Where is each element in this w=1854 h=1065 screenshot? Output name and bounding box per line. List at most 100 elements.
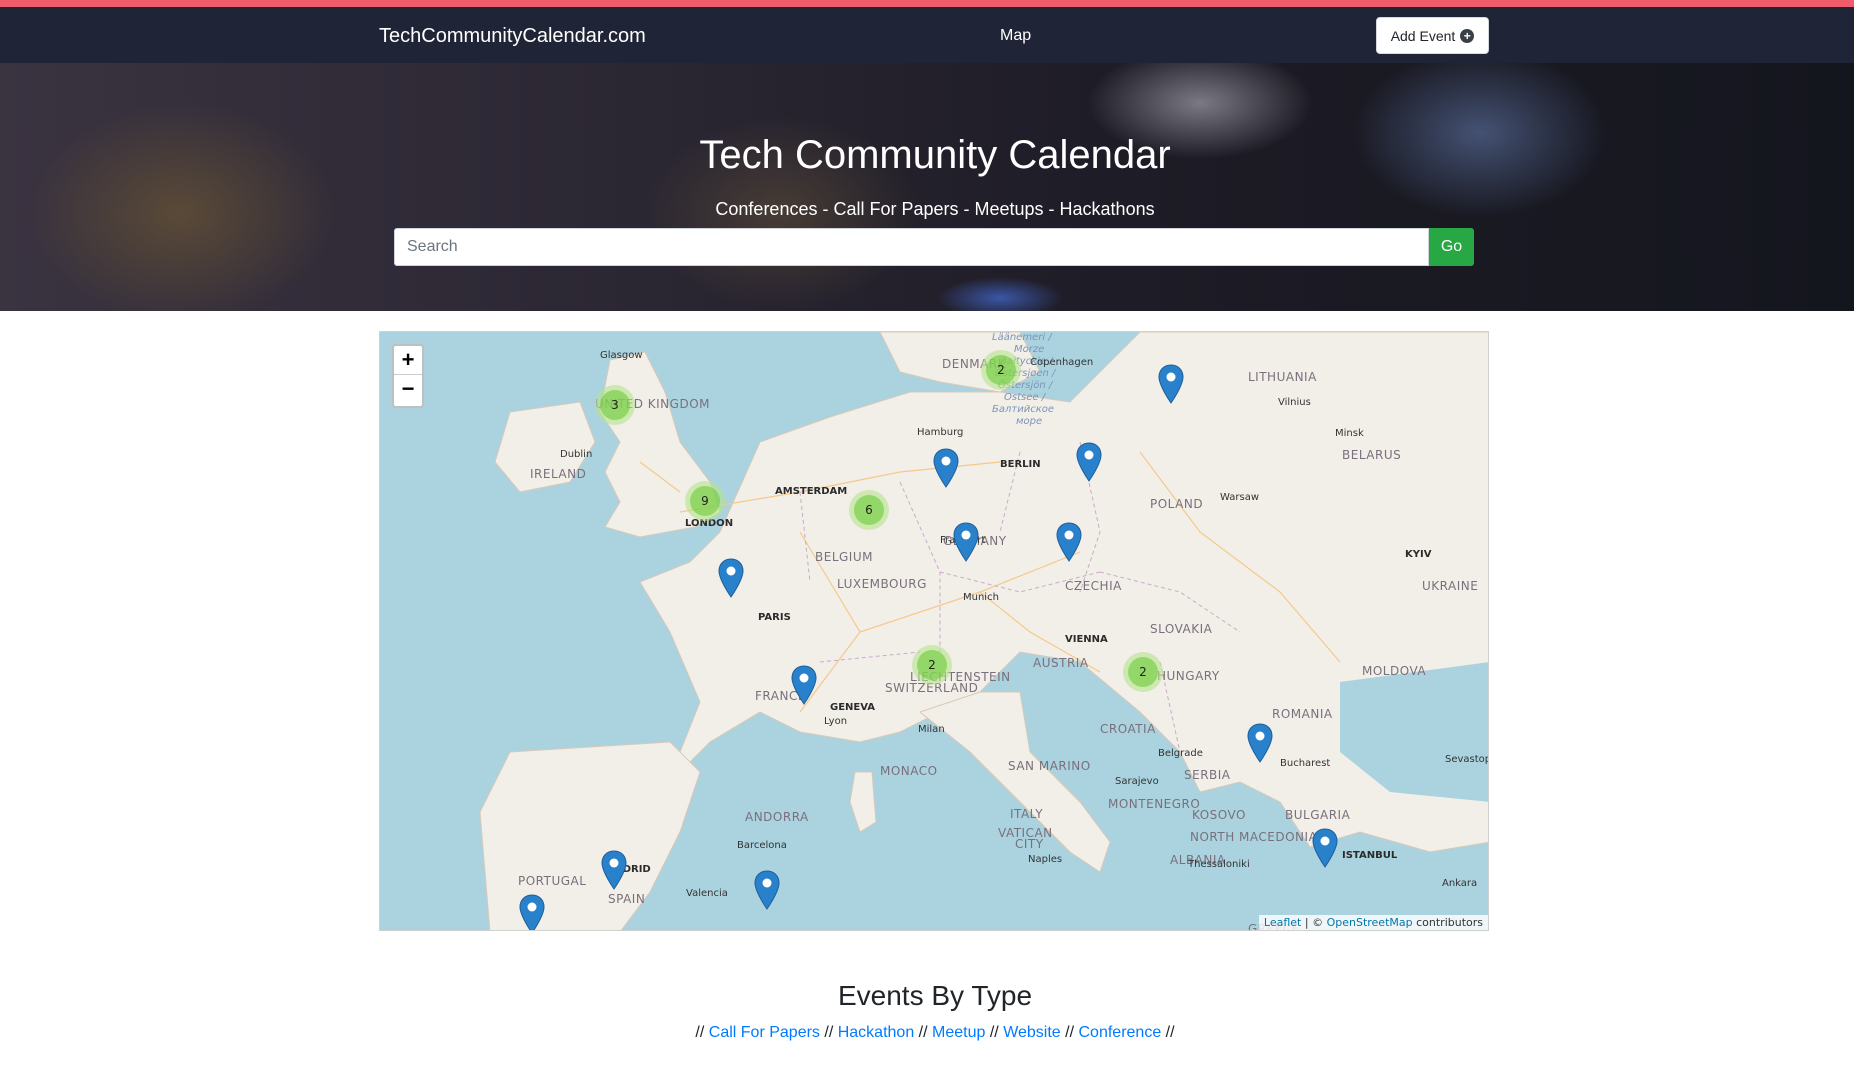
plus-circle-icon: + bbox=[1460, 28, 1475, 43]
country-label: CZECHIA bbox=[1065, 579, 1122, 593]
map-pin-icon[interactable] bbox=[754, 870, 780, 910]
city-label: Sarajevo bbox=[1115, 776, 1159, 787]
city-label: Sevastop bbox=[1445, 754, 1489, 765]
cluster-count: 2 bbox=[1128, 657, 1158, 687]
events-by-type-heading: Events By Type bbox=[837, 980, 1033, 1011]
country-label: MOLDOVA bbox=[1362, 664, 1427, 678]
map-pin-icon[interactable] bbox=[601, 850, 627, 890]
city-label: AMSTERDAM bbox=[775, 486, 848, 497]
country-label: BULGARIA bbox=[1285, 808, 1351, 822]
city-label: Vilnius bbox=[1278, 397, 1311, 408]
city-label: Munich bbox=[963, 592, 999, 603]
cluster-count: 3 bbox=[600, 390, 630, 420]
country-label: ITALY bbox=[1010, 807, 1044, 821]
map-attribution: Leaflet | © OpenStreetMap contributors bbox=[1258, 915, 1488, 930]
sea-label: Morze bbox=[1014, 344, 1045, 355]
map-pin-icon[interactable] bbox=[519, 894, 545, 931]
country-label: PORTUGAL bbox=[518, 874, 587, 888]
hero-banner: Tech Community Calendar Conferences - Ca… bbox=[0, 63, 1854, 311]
country-label: LITHUANIA bbox=[1248, 370, 1317, 384]
sea-label: море bbox=[1016, 416, 1043, 427]
zoom-control: + − bbox=[392, 344, 424, 408]
navbar: TechCommunityCalendar.com Map Add Event … bbox=[0, 7, 1854, 63]
search-input[interactable] bbox=[394, 228, 1429, 266]
country-label: MONTENEGRO bbox=[1108, 797, 1201, 811]
country-label: BELGIUM bbox=[815, 550, 873, 564]
link-separator: // bbox=[695, 1024, 705, 1041]
city-label: KYIV bbox=[1405, 549, 1432, 560]
city-label: Hamburg bbox=[917, 427, 964, 438]
map-pin-icon[interactable] bbox=[1076, 442, 1102, 482]
map-pin-icon[interactable] bbox=[791, 665, 817, 705]
nav-map-link[interactable]: Map bbox=[1000, 27, 1031, 45]
city-label: Belgrade bbox=[1158, 748, 1203, 759]
city-label: VIENNA bbox=[1065, 634, 1108, 645]
add-event-label: Add Event bbox=[1390, 27, 1456, 44]
map-pin-icon[interactable] bbox=[1158, 364, 1184, 404]
city-label: Naples bbox=[1028, 854, 1063, 865]
page-title: Tech Community Calendar bbox=[699, 133, 1171, 177]
city-label: ISTANBUL bbox=[1342, 850, 1398, 861]
cluster-count: 2 bbox=[917, 650, 947, 680]
city-label: Copenhagen bbox=[1030, 357, 1094, 368]
attribution-contributors: contributors bbox=[1412, 916, 1483, 929]
country-label: SLOVAKIA bbox=[1150, 622, 1213, 636]
conference-link[interactable]: Conference bbox=[1079, 1024, 1162, 1041]
city-label: Glasgow bbox=[600, 350, 643, 361]
country-label: IRELAND bbox=[530, 467, 587, 481]
leaflet-link[interactable]: Leaflet bbox=[1264, 916, 1301, 929]
map-pin-icon[interactable] bbox=[933, 448, 959, 488]
city-label: Milan bbox=[918, 724, 945, 735]
cluster-count: 9 bbox=[690, 486, 720, 516]
map-pin-icon[interactable] bbox=[718, 558, 744, 598]
city-label: Ankara bbox=[1442, 878, 1478, 889]
cluster-count: 2 bbox=[986, 355, 1016, 385]
hero-subtitle: Conferences - Call For Papers - Meetups … bbox=[715, 199, 1155, 219]
link-separator: // bbox=[1065, 1024, 1075, 1041]
map-pin-icon[interactable] bbox=[1247, 723, 1273, 763]
marker-cluster[interactable]: 3 bbox=[595, 385, 635, 425]
city-label: Minsk bbox=[1335, 428, 1364, 439]
sea-label: Балтийское bbox=[992, 404, 1055, 415]
country-label: BELARUS bbox=[1342, 448, 1402, 462]
country-label: NORTH MACEDONIA bbox=[1190, 830, 1318, 844]
country-label: MONACO bbox=[880, 764, 938, 778]
map-pin-icon[interactable] bbox=[953, 522, 979, 562]
city-label: Thessaloniki bbox=[1188, 859, 1250, 870]
marker-cluster[interactable]: 2 bbox=[1123, 652, 1163, 692]
zoom-out-button[interactable]: − bbox=[394, 375, 422, 404]
city-label: PARIS bbox=[758, 612, 791, 623]
marker-cluster[interactable]: 2 bbox=[981, 350, 1021, 390]
city-label: Valencia bbox=[686, 888, 728, 899]
city-label: BERLIN bbox=[1000, 459, 1041, 470]
events-by-type-links: // Call For Papers // Hackathon // Meetu… bbox=[0, 1024, 1854, 1042]
marker-cluster[interactable]: 9 bbox=[685, 481, 725, 521]
brand-link[interactable]: TechCommunityCalendar.com bbox=[379, 25, 646, 48]
call-for-papers-link[interactable]: Call For Papers bbox=[709, 1024, 820, 1041]
city-label: GENEVA bbox=[830, 702, 876, 713]
marker-cluster[interactable]: 2 bbox=[912, 645, 952, 685]
country-label: LUXEMBOURG bbox=[837, 577, 927, 591]
zoom-in-button[interactable]: + bbox=[394, 346, 422, 375]
marker-cluster[interactable]: 6 bbox=[849, 490, 889, 530]
link-separator: // bbox=[989, 1024, 999, 1041]
city-label: Dublin bbox=[560, 449, 593, 460]
country-label: ROMANIA bbox=[1272, 707, 1333, 721]
link-separator: // bbox=[1165, 1024, 1175, 1041]
country-label: POLAND bbox=[1150, 497, 1204, 511]
country-label: SERBIA bbox=[1184, 768, 1231, 782]
sea-label: Läänemeri / bbox=[992, 332, 1052, 343]
website-link[interactable]: Website bbox=[1003, 1024, 1061, 1041]
link-separator: // bbox=[824, 1024, 834, 1041]
go-button[interactable]: Go bbox=[1429, 228, 1474, 266]
map-pin-icon[interactable] bbox=[1056, 522, 1082, 562]
hackathon-link[interactable]: Hackathon bbox=[838, 1024, 915, 1041]
events-map[interactable]: + − Läänemeri / Morze Bałtyckie / Østers… bbox=[379, 331, 1489, 931]
osm-link[interactable]: OpenStreetMap bbox=[1327, 916, 1413, 929]
link-separator: // bbox=[918, 1024, 928, 1041]
attribution-separator: | © bbox=[1301, 916, 1327, 929]
meetup-link[interactable]: Meetup bbox=[932, 1024, 985, 1041]
country-label: SAN MARINO bbox=[1008, 759, 1091, 773]
map-pin-icon[interactable] bbox=[1312, 828, 1338, 868]
add-event-button[interactable]: Add Event + bbox=[1376, 17, 1489, 54]
